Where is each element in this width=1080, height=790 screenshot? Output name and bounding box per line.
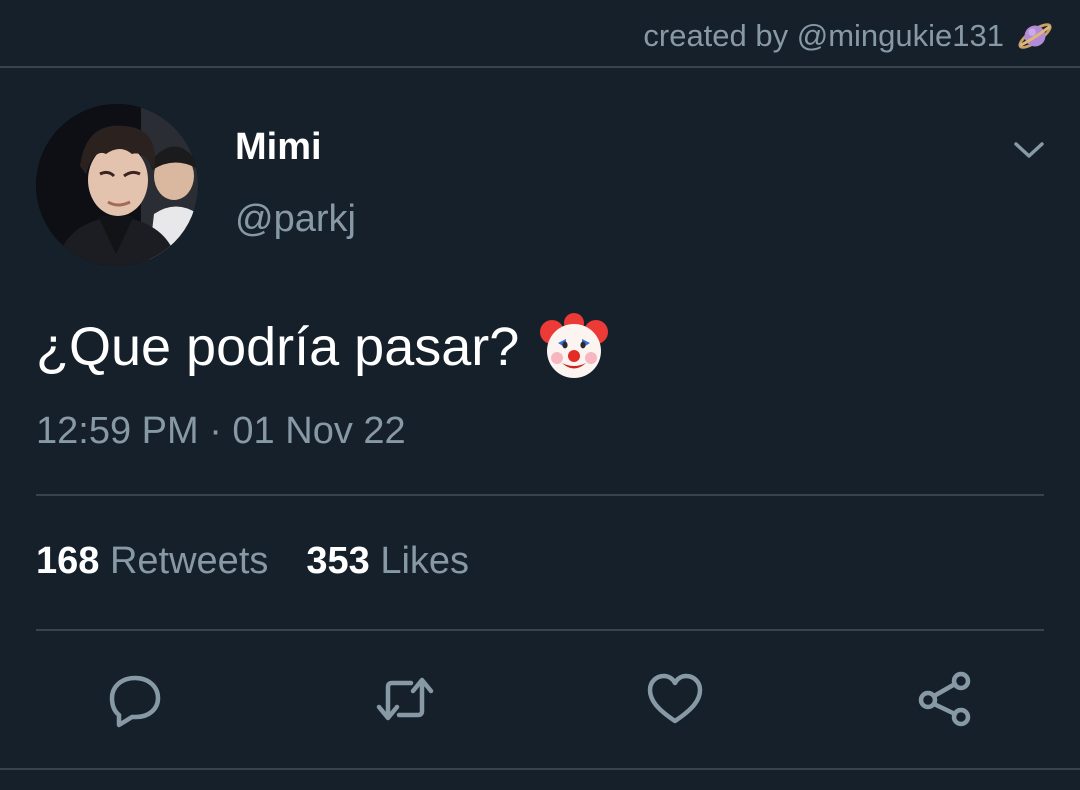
likes-stat[interactable]: 353 Likes [306, 540, 469, 583]
likes-label: Likes [380, 540, 470, 582]
retweets-stat[interactable]: 168 Retweets [36, 540, 268, 583]
divider [0, 768, 1080, 770]
clown-face-icon [540, 313, 609, 378]
avatar-photo [36, 104, 198, 266]
share-button[interactable] [910, 664, 980, 734]
top-bar: created by @mingukie131 [0, 0, 1080, 68]
tweet-body: ¿Que podría pasar? [36, 317, 520, 377]
likes-count: 353 [306, 540, 370, 582]
user-handle[interactable]: @parkj [235, 198, 356, 241]
divider [36, 494, 1044, 496]
creator-credit: created by @mingukie131 [643, 16, 1054, 56]
engagement-stats: 168 Retweets 353 Likes [36, 540, 469, 583]
retweet-button[interactable] [370, 664, 440, 734]
reply-icon [109, 675, 161, 728]
retweet-icon [376, 677, 434, 721]
like-button[interactable] [640, 664, 710, 734]
reply-button[interactable] [100, 664, 170, 734]
retweets-count: 168 [36, 540, 100, 582]
avatar[interactable] [36, 104, 198, 266]
tweet-text: ¿Que podría pasar? [36, 312, 609, 382]
chevron-down-icon[interactable] [1012, 133, 1046, 167]
action-bar [0, 664, 1080, 734]
creator-credit-text: created by @mingukie131 [643, 18, 1004, 53]
ringed-planet-icon [1018, 23, 1052, 49]
display-name[interactable]: Mimi [235, 126, 322, 169]
share-icon [918, 671, 971, 727]
like-icon [647, 673, 703, 724]
tweet-timestamp[interactable]: 12:59 PM · 01 Nov 22 [36, 410, 406, 453]
divider [36, 629, 1044, 631]
retweets-label: Retweets [109, 540, 269, 582]
